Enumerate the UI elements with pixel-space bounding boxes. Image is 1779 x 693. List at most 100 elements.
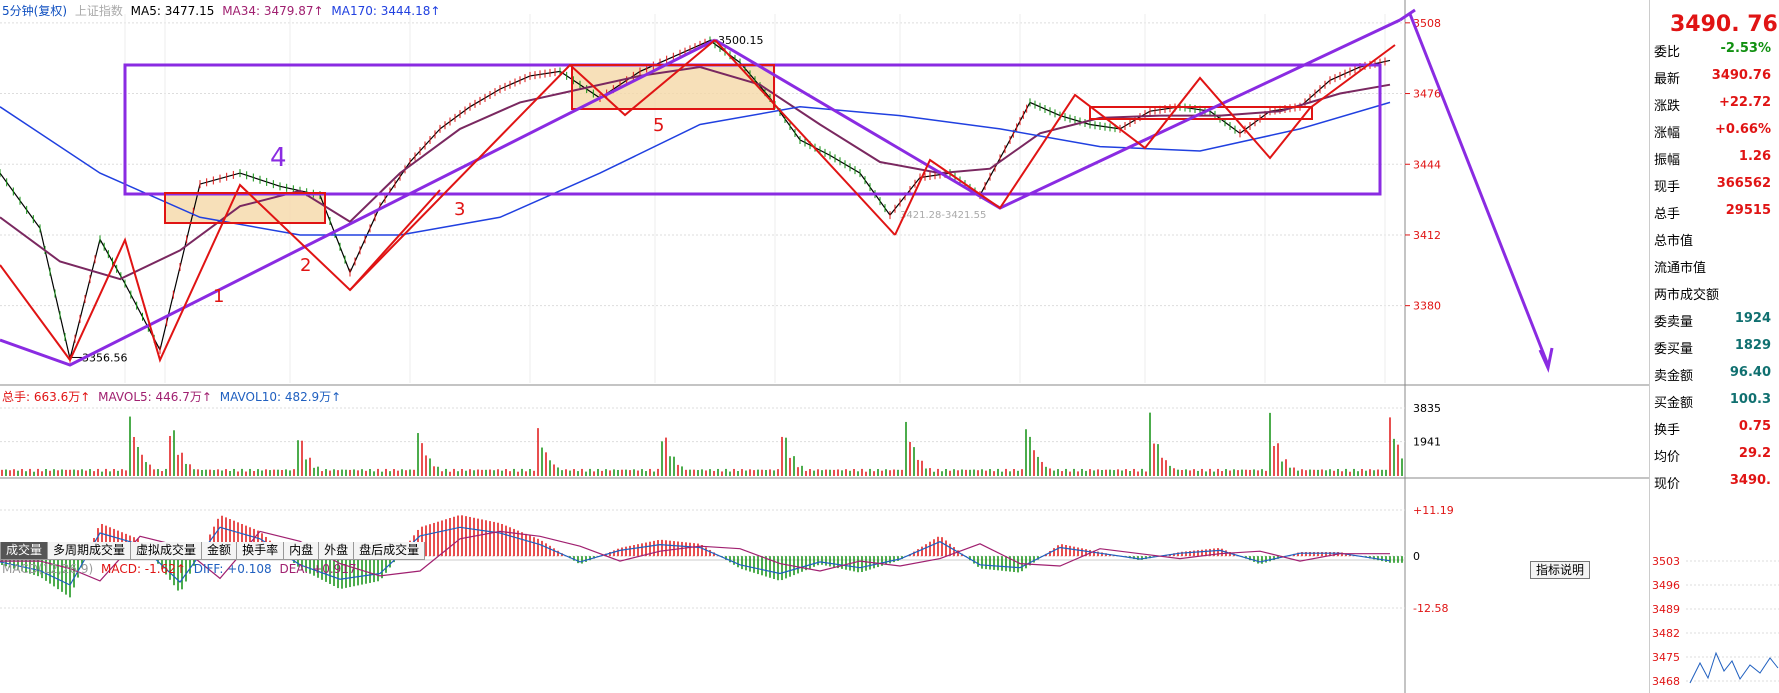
macd-tick-label: 0 — [1413, 550, 1420, 563]
mini-tick-label: 3468 — [1652, 675, 1680, 688]
quote-row-value: +0.66% — [1715, 122, 1771, 137]
diff-value: DIFF: +0.108 — [193, 562, 272, 576]
price-tick-label: 3508 — [1413, 17, 1441, 30]
quote-row-label: 现手 — [1654, 180, 1681, 195]
wave-label-1: 1 — [213, 286, 224, 307]
quote-row-label: 涨跌 — [1654, 99, 1681, 114]
quote-row-label: 总手 — [1654, 207, 1681, 222]
tab-virtual-volume[interactable]: 虚拟成交量 — [130, 542, 203, 560]
quote-row: 换手 0.75 — [1650, 414, 1779, 441]
quote-row: 均价 29.2 — [1650, 441, 1779, 468]
quote-row-label: 委买量 — [1654, 342, 1694, 357]
macd-value: MACD: -1.62↑ — [100, 562, 186, 576]
price-tick-label: 3412 — [1413, 229, 1441, 242]
quote-row: 总手 29515 — [1650, 198, 1779, 225]
chart-canvas: 350834763444341233803500.153356.563421.2… — [0, 0, 1650, 693]
quote-row-value: 100.3 — [1729, 392, 1771, 407]
volume-header: 总手: 663.6万↑ MAVOL5: 446.7万↑ MAVOL10: 482… — [2, 388, 341, 405]
low2-price-label: 3421.28-3421.55 — [900, 210, 986, 221]
quote-row: 最新 3490.76 — [1650, 63, 1779, 90]
quote-row-label: 涨幅 — [1654, 126, 1681, 141]
quote-row-value: 366562 — [1716, 176, 1771, 191]
quote-row-label: 均价 — [1654, 450, 1681, 465]
wave-label-4: 4 — [270, 143, 287, 173]
quote-row-label: 委卖量 — [1654, 315, 1694, 330]
macd-header: MACD(12,26,9) MACD: -1.62↑ DIFF: +0.108 … — [2, 562, 357, 576]
tab-volume[interactable]: 成交量 — [0, 542, 49, 560]
quote-row-value: 1924 — [1734, 311, 1771, 326]
quote-side-panel: 3490. 76 委比 -2.53% 最新 3490.76 涨跌 +22.72 涨幅 +0.6… — [1649, 0, 1779, 693]
price-tick-label: 3476 — [1413, 88, 1441, 101]
quote-row-value: 96.40 — [1729, 365, 1771, 380]
quote-row-value: 3490.76 — [1711, 68, 1771, 83]
price-tick-label: 3444 — [1413, 158, 1441, 171]
index-name: 上证指数 — [74, 4, 123, 18]
tab-after-hours-volume[interactable]: 盘后成交量 — [353, 542, 426, 560]
quote-row: 现价 3490. — [1650, 468, 1779, 495]
quote-row: 涨跌 +22.72 — [1650, 90, 1779, 117]
price-tick-label: 3380 — [1413, 300, 1441, 313]
quote-row-label: 两市成交额 — [1654, 288, 1720, 303]
wave-decline — [714, 39, 896, 236]
quote-row: 总市值 — [1650, 225, 1779, 252]
quote-row-label: 委比 — [1654, 45, 1681, 60]
period-label: 5分钟(复权) — [2, 4, 67, 18]
quote-row: 委比 -2.53% — [1650, 36, 1779, 63]
mini-tick-label: 3482 — [1652, 627, 1680, 640]
tab-multi-period-volume[interactable]: 多周期成交量 — [47, 542, 132, 560]
quote-row-label: 现价 — [1654, 477, 1681, 492]
macd-tick-label: +11.19 — [1413, 504, 1454, 517]
volume-total: 总手: 663.6万↑ — [2, 390, 91, 404]
tab-amount[interactable]: 金额 — [201, 542, 238, 560]
macd-title: MACD(12,26,9) — [2, 562, 94, 576]
wave-label-3: 3 — [454, 199, 465, 220]
quote-row-label: 卖金额 — [1654, 369, 1694, 384]
tab-turnover[interactable]: 换手率 — [236, 542, 285, 560]
quote-row: 振幅 1.26 — [1650, 144, 1779, 171]
quote-row-label: 最新 — [1654, 72, 1681, 87]
quote-row-label: 换手 — [1654, 423, 1681, 438]
mini-tick-label: 3489 — [1652, 603, 1680, 616]
indicator-help-button[interactable]: 指标说明 — [1530, 561, 1591, 579]
ma170-label: MA170: 3444.18↑ — [331, 4, 441, 18]
tab-inner-volume[interactable]: 内盘 — [283, 542, 320, 560]
mini-tick-label: 3496 — [1652, 579, 1680, 592]
volume-tick-label: 3835 — [1413, 402, 1441, 415]
quote-row-value: -2.53% — [1720, 41, 1772, 56]
macd-tick-label: -12.58 — [1413, 602, 1448, 615]
quote-row: 委买量 1829 — [1650, 333, 1779, 360]
quote-row: 流通市值 — [1650, 252, 1779, 279]
quote-row-label: 流通市值 — [1654, 261, 1707, 276]
price-header: 5分钟(复权) 上证指数 MA5: 3477.15 MA34: 3479.87↑… — [2, 2, 440, 19]
quote-row-value: 3490. — [1729, 473, 1771, 488]
current-price: 3490. 76 — [1670, 12, 1778, 37]
quote-row: 两市成交额 — [1650, 279, 1779, 306]
tab-outer-volume[interactable]: 外盘 — [318, 542, 355, 560]
wave-label-2: 2 — [300, 255, 311, 276]
ma5-label: MA5: 3477.15 — [130, 4, 215, 18]
mini-tick-label: 3475 — [1652, 651, 1680, 664]
low-price-label: 3356.56 — [82, 351, 128, 364]
quote-row-label: 振幅 — [1654, 153, 1681, 168]
quote-row: 卖金额 96.40 — [1650, 360, 1779, 387]
quote-row: 买金额 100.3 — [1650, 387, 1779, 414]
dea-value: DEA: +0.917 — [279, 562, 357, 576]
wave-label-5: 5 — [653, 115, 664, 136]
quote-row-value: 29515 — [1725, 203, 1771, 218]
quote-row-value: 29.2 — [1738, 446, 1771, 461]
quote-row: 涨幅 +0.66% — [1650, 117, 1779, 144]
consolidation-box-fill-1 — [165, 193, 325, 223]
volume-tick-label: 1941 — [1413, 436, 1441, 449]
quote-row-value: 0.75 — [1738, 419, 1771, 434]
quote-row-value: 1.26 — [1738, 149, 1771, 164]
indicator-tabs: 成交量 多周期成交量 虚拟成交量 金额 换手率 内盘 外盘 盘后成交量 — [0, 542, 426, 560]
quote-row-value: +22.72 — [1718, 95, 1771, 110]
ma34-label: MA34: 3479.87↑ — [222, 4, 324, 18]
chart-stage: 3508 3476 3444 3412 3380 3500.15 3356.56 3421.2… — [0, 0, 1779, 693]
quote-row-label: 总市值 — [1654, 234, 1694, 249]
quote-row: 委卖量 1924 — [1650, 306, 1779, 333]
mavol5-label: MAVOL5: 446.7万↑ — [98, 390, 212, 404]
quote-row-label: 买金额 — [1654, 396, 1694, 411]
mini-trend-chart: 3503 3496 3489 3482 3475 3468 — [1652, 555, 1779, 688]
mini-tick-label: 3503 — [1652, 555, 1680, 568]
